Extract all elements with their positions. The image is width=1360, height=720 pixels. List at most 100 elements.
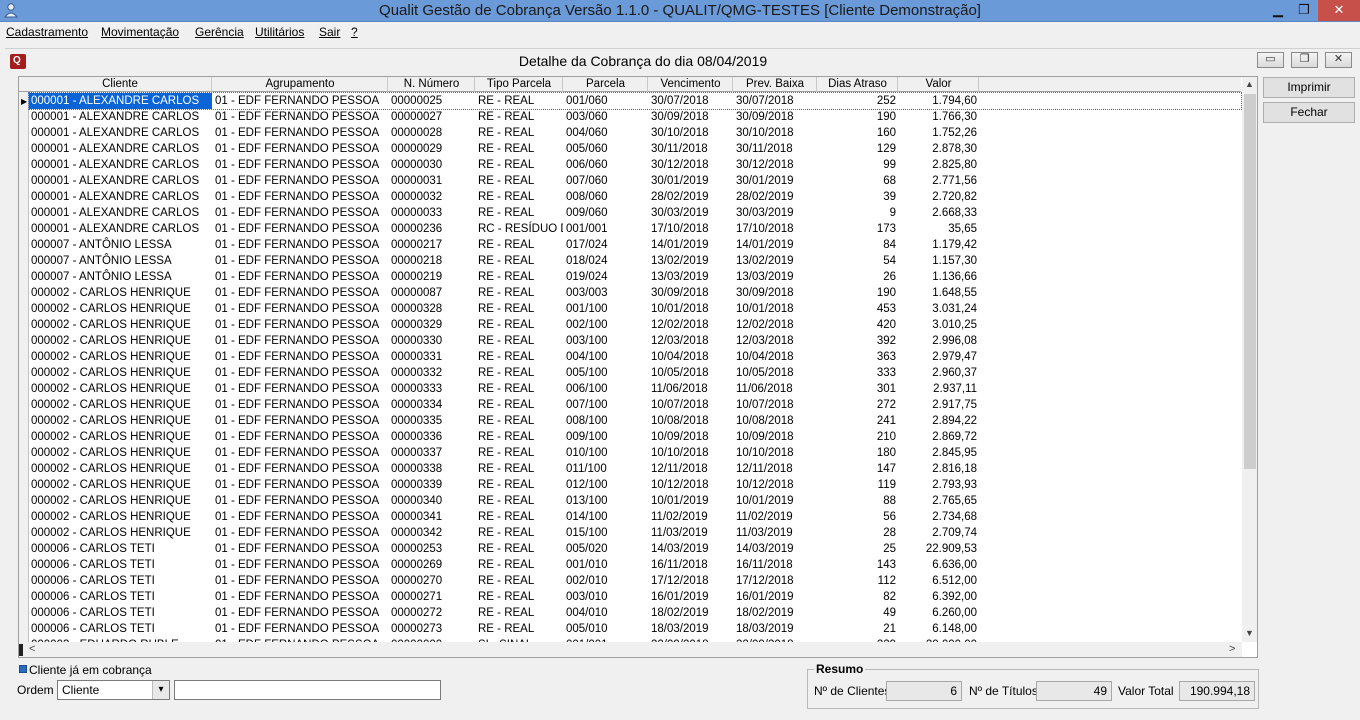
cell-n-numero[interactable]: 00000271 — [389, 589, 475, 605]
cell-cliente[interactable]: 000002 - CARLOS HENRIQUE — [29, 349, 212, 365]
table-row[interactable]: 000001 - ALEXANDRE CARLOS 01 - EDF FERNAN… — [29, 109, 1241, 125]
cell-tipo-parcela[interactable]: RE - REAL — [476, 397, 563, 413]
cell-prev-baixa[interactable]: 17/12/2018 — [734, 573, 817, 589]
cell-valor[interactable]: 2.793,93 — [899, 477, 979, 493]
cell-prev-baixa[interactable]: 11/06/2018 — [734, 381, 817, 397]
ordem-select[interactable]: Cliente ▾ — [57, 680, 170, 700]
cell-cliente[interactable]: 000007 - ANTÔNIO LESSA — [29, 237, 212, 253]
cell-dias-atraso[interactable]: 147 — [818, 461, 898, 477]
cell-dias-atraso[interactable]: 129 — [818, 141, 898, 157]
cell-parcela[interactable]: 005/010 — [564, 621, 648, 637]
cell-prev-baixa[interactable]: 10/05/2018 — [734, 365, 817, 381]
cell-valor[interactable]: 2.878,30 — [899, 141, 979, 157]
scroll-left-icon[interactable]: < — [29, 643, 35, 655]
cell-agrupamento[interactable]: 01 - EDF FERNANDO PESSOA — [213, 141, 388, 157]
cell-n-numero[interactable]: 00000342 — [389, 525, 475, 541]
cell-dias-atraso[interactable]: 392 — [818, 333, 898, 349]
cell-vencimento[interactable]: 10/09/2018 — [649, 429, 733, 445]
table-row[interactable]: 000002 - CARLOS HENRIQUE 01 - EDF FERNAND… — [29, 285, 1241, 301]
cell-vencimento[interactable]: 12/02/2018 — [649, 317, 733, 333]
table-row[interactable]: 000002 - CARLOS HENRIQUE 01 - EDF FERNAND… — [29, 349, 1241, 365]
cell-dias-atraso[interactable]: 84 — [818, 237, 898, 253]
cell-cliente[interactable]: 000001 - ALEXANDRE CARLOS — [29, 189, 212, 205]
cell-parcela[interactable]: 008/060 — [564, 189, 648, 205]
cell-vencimento[interactable]: 11/03/2019 — [649, 525, 733, 541]
cell-agrupamento[interactable]: 01 - EDF FERNANDO PESSOA — [213, 557, 388, 573]
cell-agrupamento[interactable]: 01 - EDF FERNANDO PESSOA — [213, 605, 388, 621]
cell-parcela[interactable]: 009/100 — [564, 429, 648, 445]
cell-dias-atraso[interactable]: 210 — [818, 429, 898, 445]
cell-vencimento[interactable]: 30/09/2018 — [649, 109, 733, 125]
cell-cliente[interactable]: 000001 - ALEXANDRE CARLOS — [29, 125, 212, 141]
cell-n-numero[interactable]: 00000217 — [389, 237, 475, 253]
cell-valor[interactable]: 6.148,00 — [899, 621, 979, 637]
cell-agrupamento[interactable]: 01 - EDF FERNANDO PESSOA — [213, 205, 388, 221]
cell-tipo-parcela[interactable]: RE - REAL — [476, 541, 563, 557]
cell-vencimento[interactable]: 30/12/2018 — [649, 157, 733, 173]
table-row[interactable]: 000001 - ALEXANDRE CARLOS 01 - EDF FERNAN… — [29, 189, 1241, 205]
cell-n-numero[interactable]: 00000273 — [389, 621, 475, 637]
vertical-scrollbar[interactable]: ▲ ▼ — [1242, 77, 1257, 642]
cell-cliente[interactable]: 000002 - CARLOS HENRIQUE — [29, 301, 212, 317]
cell-dias-atraso[interactable]: 363 — [818, 349, 898, 365]
cell-agrupamento[interactable]: 01 - EDF FERNANDO PESSOA — [213, 397, 388, 413]
cell-vencimento[interactable]: 12/11/2018 — [649, 461, 733, 477]
cell-valor[interactable]: 2.771,56 — [899, 173, 979, 189]
cell-valor[interactable]: 6.392,00 — [899, 589, 979, 605]
menu-utilitarios[interactable]: Utilitários — [255, 25, 304, 39]
cell-prev-baixa[interactable]: 30/11/2018 — [734, 141, 817, 157]
table-row[interactable]: 000006 - CARLOS TETI 01 - EDF FERNANDO PE… — [29, 605, 1241, 621]
cell-valor[interactable]: 3.031,24 — [899, 301, 979, 317]
cell-vencimento[interactable]: 10/07/2018 — [649, 397, 733, 413]
table-row[interactable]: 000007 - ANTÔNIO LESSA 01 - EDF FERNANDO … — [29, 253, 1241, 269]
cell-dias-atraso[interactable]: 56 — [818, 509, 898, 525]
cell-parcela[interactable]: 011/100 — [564, 461, 648, 477]
cell-parcela[interactable]: 008/100 — [564, 413, 648, 429]
cell-agrupamento[interactable]: 01 - EDF FERNANDO PESSOA — [213, 429, 388, 445]
cell-valor[interactable]: 1.179,42 — [899, 237, 979, 253]
cell-cliente[interactable]: 000002 - CARLOS HENRIQUE — [29, 461, 212, 477]
cell-vencimento[interactable]: 11/06/2018 — [649, 381, 733, 397]
cell-prev-baixa[interactable]: 12/11/2018 — [734, 461, 817, 477]
cell-agrupamento[interactable]: 01 - EDF FERNANDO PESSOA — [213, 269, 388, 285]
form-close-button[interactable]: ✕ — [1325, 52, 1352, 68]
cell-n-numero[interactable]: 00000341 — [389, 509, 475, 525]
horizontal-scrollbar[interactable]: < > — [19, 642, 1242, 657]
cell-prev-baixa[interactable]: 10/10/2018 — [734, 445, 817, 461]
menu-gerencia[interactable]: Gerência — [195, 25, 244, 39]
cell-dias-atraso[interactable]: 160 — [818, 125, 898, 141]
menu-movimentacao[interactable]: Movimentação — [101, 25, 179, 39]
cell-dias-atraso[interactable]: 143 — [818, 557, 898, 573]
table-row[interactable]: 000006 - CARLOS TETI 01 - EDF FERNANDO PE… — [29, 557, 1241, 573]
cell-tipo-parcela[interactable]: RE - REAL — [476, 365, 563, 381]
fechar-button[interactable]: Fechar — [1263, 102, 1355, 123]
cell-tipo-parcela[interactable]: RE - REAL — [476, 445, 563, 461]
cell-vencimento[interactable]: 30/07/2018 — [649, 93, 733, 109]
cell-prev-baixa[interactable]: 12/02/2018 — [734, 317, 817, 333]
cell-tipo-parcela[interactable]: RE - REAL — [476, 205, 563, 221]
table-row[interactable]: 000006 - CARLOS TETI 01 - EDF FERNANDO PE… — [29, 541, 1241, 557]
cobranca-grid[interactable]: ▶ Cliente Agrupamento N. Número Tipo Parcel… — [18, 76, 1258, 658]
cell-valor[interactable]: 2.894,22 — [899, 413, 979, 429]
table-row[interactable]: 000006 - CARLOS TETI 01 - EDF FERNANDO PE… — [29, 589, 1241, 605]
cell-n-numero[interactable]: 00000253 — [389, 541, 475, 557]
cell-valor[interactable]: 1.136,66 — [899, 269, 979, 285]
cell-agrupamento[interactable]: 01 - EDF FERNANDO PESSOA — [213, 509, 388, 525]
cell-cliente[interactable]: 000001 - ALEXANDRE CARLOS — [29, 205, 212, 221]
cell-cliente[interactable]: 000001 - ALEXANDRE CARLOS — [29, 157, 212, 173]
cell-parcela[interactable]: 003/003 — [564, 285, 648, 301]
column-header-parcela[interactable]: Parcela — [564, 77, 648, 92]
column-header-agrupamento[interactable]: Agrupamento — [213, 77, 388, 92]
cell-agrupamento[interactable]: 01 - EDF FERNANDO PESSOA — [213, 573, 388, 589]
cell-dias-atraso[interactable]: 88 — [818, 493, 898, 509]
cell-prev-baixa[interactable]: 18/03/2019 — [734, 621, 817, 637]
cell-parcela[interactable]: 001/100 — [564, 301, 648, 317]
cell-tipo-parcela[interactable]: RE - REAL — [476, 557, 563, 573]
table-row[interactable]: 000002 - CARLOS HENRIQUE 01 - EDF FERNAND… — [29, 413, 1241, 429]
cell-cliente[interactable]: 000002 - CARLOS HENRIQUE — [29, 317, 212, 333]
cell-parcela[interactable]: 005/100 — [564, 365, 648, 381]
cell-tipo-parcela[interactable]: RE - REAL — [476, 605, 563, 621]
cell-prev-baixa[interactable]: 10/01/2018 — [734, 301, 817, 317]
cell-valor[interactable]: 1.157,30 — [899, 253, 979, 269]
cell-parcela[interactable]: 006/060 — [564, 157, 648, 173]
